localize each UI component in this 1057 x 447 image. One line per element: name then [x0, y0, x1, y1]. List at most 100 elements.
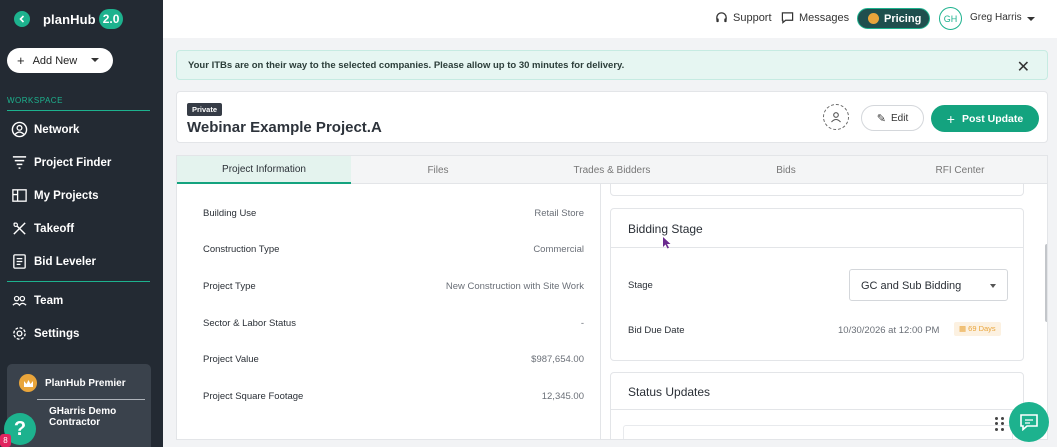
status-updates-card: Status Updates: [610, 372, 1024, 439]
user-icon: [831, 112, 841, 123]
question-mark-icon: ?: [13, 417, 27, 440]
bid-due-label: Bid Due Date: [628, 325, 685, 336]
tab-project-information[interactable]: Project Information: [177, 156, 351, 184]
chat-button[interactable]: [1009, 402, 1049, 442]
top-bar: Support Messages Pricing GH Greg Harris: [163, 0, 1057, 38]
info-row-square-footage: Project Square Footage 12,345.00: [203, 391, 584, 402]
crown-icon: [19, 374, 37, 392]
tab-files[interactable]: Files: [351, 156, 525, 184]
page-title: Webinar Example Project.A: [187, 119, 382, 136]
info-label: Project Square Footage: [203, 391, 304, 402]
plus-icon: +: [946, 110, 955, 127]
chevron-left-icon: [19, 15, 25, 23]
workspace-label: WORKSPACE: [7, 96, 63, 105]
tab-rfi-center[interactable]: RFI Center: [873, 156, 1047, 184]
sidebar-item-bid-leveler[interactable]: Bid Leveler: [11, 253, 96, 270]
card-divider: [611, 409, 1023, 410]
card-divider: [611, 247, 1023, 248]
caret-down-icon: [91, 58, 99, 62]
info-row-building-use: Building Use Retail Store: [203, 208, 584, 219]
delivery-alert: Your ITBs are on their way to the select…: [176, 50, 1048, 80]
days-remaining-badge: ▦ 69 Days: [954, 322, 1001, 336]
sidebar-item-label: Takeoff: [34, 222, 75, 235]
logo-row: planHub 2.0: [14, 9, 124, 29]
alert-message: Your ITBs are on their way to the select…: [188, 60, 625, 71]
sidebar-item-label: My Projects: [34, 189, 99, 202]
previous-card: [610, 184, 1024, 196]
assign-member-button[interactable]: [823, 104, 849, 130]
filter-icon: [12, 156, 27, 169]
info-row-construction-type: Construction Type Commercial: [203, 244, 584, 255]
user-name[interactable]: Greg Harris: [970, 12, 1022, 23]
chat-icon: [1020, 414, 1038, 431]
info-label: Construction Type: [203, 244, 280, 255]
gear-icon: [13, 327, 26, 340]
tab-bids[interactable]: Bids: [699, 156, 873, 184]
column-divider: [600, 184, 601, 439]
stage-select[interactable]: GC and Sub Bidding: [849, 269, 1008, 301]
drag-handle-icon[interactable]: [995, 417, 1005, 431]
team-icon: [12, 295, 27, 307]
info-label: Project Value: [203, 354, 259, 365]
workspace-divider: [7, 110, 150, 111]
sidebar-item-network[interactable]: Network: [11, 121, 79, 138]
project-info-panel: Building Use Retail Store Construction T…: [176, 184, 1048, 440]
info-label: Sector & Labor Status: [203, 318, 296, 329]
edit-label: Edit: [890, 112, 909, 124]
pencil-icon: ✎: [876, 112, 886, 125]
logo-text: planHub: [43, 11, 96, 27]
support-label: Support: [733, 11, 772, 24]
info-value: Commercial: [533, 244, 584, 255]
info-row-sector-labor: Sector & Labor Status -: [203, 318, 584, 329]
project-header: Private Webinar Example Project.A ✎ Edit…: [176, 91, 1048, 143]
info-label: Project Type: [203, 281, 256, 292]
bid-due-value: 10/30/2026 at 12:00 PM: [838, 325, 940, 336]
sidebar-item-takeoff[interactable]: Takeoff: [11, 220, 74, 237]
chat-bubble-icon: [781, 12, 794, 24]
bid-leveler-icon: [13, 254, 26, 269]
sidebar-item-my-projects[interactable]: My Projects: [11, 187, 99, 204]
post-update-label: Post Update: [961, 112, 1024, 125]
info-value: -: [580, 318, 584, 329]
pricing-button[interactable]: Pricing: [857, 8, 930, 29]
sidebar-item-label: Network: [34, 123, 80, 136]
sidebar-item-team[interactable]: Team: [11, 292, 63, 309]
status-updates-title: Status Updates: [628, 385, 711, 399]
pricing-label: Pricing: [884, 12, 922, 25]
info-label: Building Use: [203, 208, 257, 219]
tab-trades-bidders[interactable]: Trades & Bidders: [525, 156, 699, 184]
bidding-stage-title: Bidding Stage: [628, 222, 703, 236]
scrollbar[interactable]: [1045, 244, 1047, 322]
info-value: Retail Store: [534, 208, 584, 219]
project-tabs: Project Information Files Trades & Bidde…: [176, 155, 1048, 184]
close-icon[interactable]: ✕: [1017, 57, 1030, 77]
premier-label: PlanHub Premier: [45, 377, 126, 389]
info-row-project-type: Project Type New Construction with Site …: [203, 281, 584, 292]
sidebar-item-settings[interactable]: Settings: [11, 325, 79, 342]
avatar[interactable]: GH: [939, 7, 962, 30]
info-value: $987,654.00: [531, 354, 584, 365]
messages-link[interactable]: Messages: [781, 11, 849, 24]
coin-icon: [868, 13, 879, 24]
sidebar-item-project-finder[interactable]: Project Finder: [11, 154, 111, 171]
support-link[interactable]: Support: [715, 11, 772, 24]
headset-icon: [716, 12, 727, 23]
add-new-button[interactable]: + Add New: [7, 48, 113, 73]
caret-down-icon[interactable]: [1027, 17, 1035, 21]
add-new-label: Add New: [32, 54, 78, 67]
info-value: 12,345.00: [541, 391, 584, 402]
info-value: New Construction with Site Work: [445, 281, 584, 292]
sidebar-item-label: Bid Leveler: [34, 255, 96, 268]
sidebar: planHub 2.0 + Add New WORKSPACE Network …: [0, 0, 163, 447]
premier-row: PlanHub Premier: [19, 374, 126, 392]
notification-badge: 8: [0, 434, 11, 447]
private-badge: Private: [187, 103, 223, 116]
edit-button[interactable]: ✎ Edit: [861, 105, 924, 131]
post-update-button[interactable]: + Post Update: [931, 105, 1039, 132]
bidding-stage-card: Bidding Stage Stage GC and Sub Bidding B…: [610, 208, 1024, 361]
status-update-item: [623, 425, 1013, 439]
sidebar-item-label: Team: [34, 294, 64, 307]
plus-icon: +: [17, 53, 25, 68]
collapse-sidebar-button[interactable]: [14, 11, 30, 27]
messages-label: Messages: [799, 11, 850, 24]
